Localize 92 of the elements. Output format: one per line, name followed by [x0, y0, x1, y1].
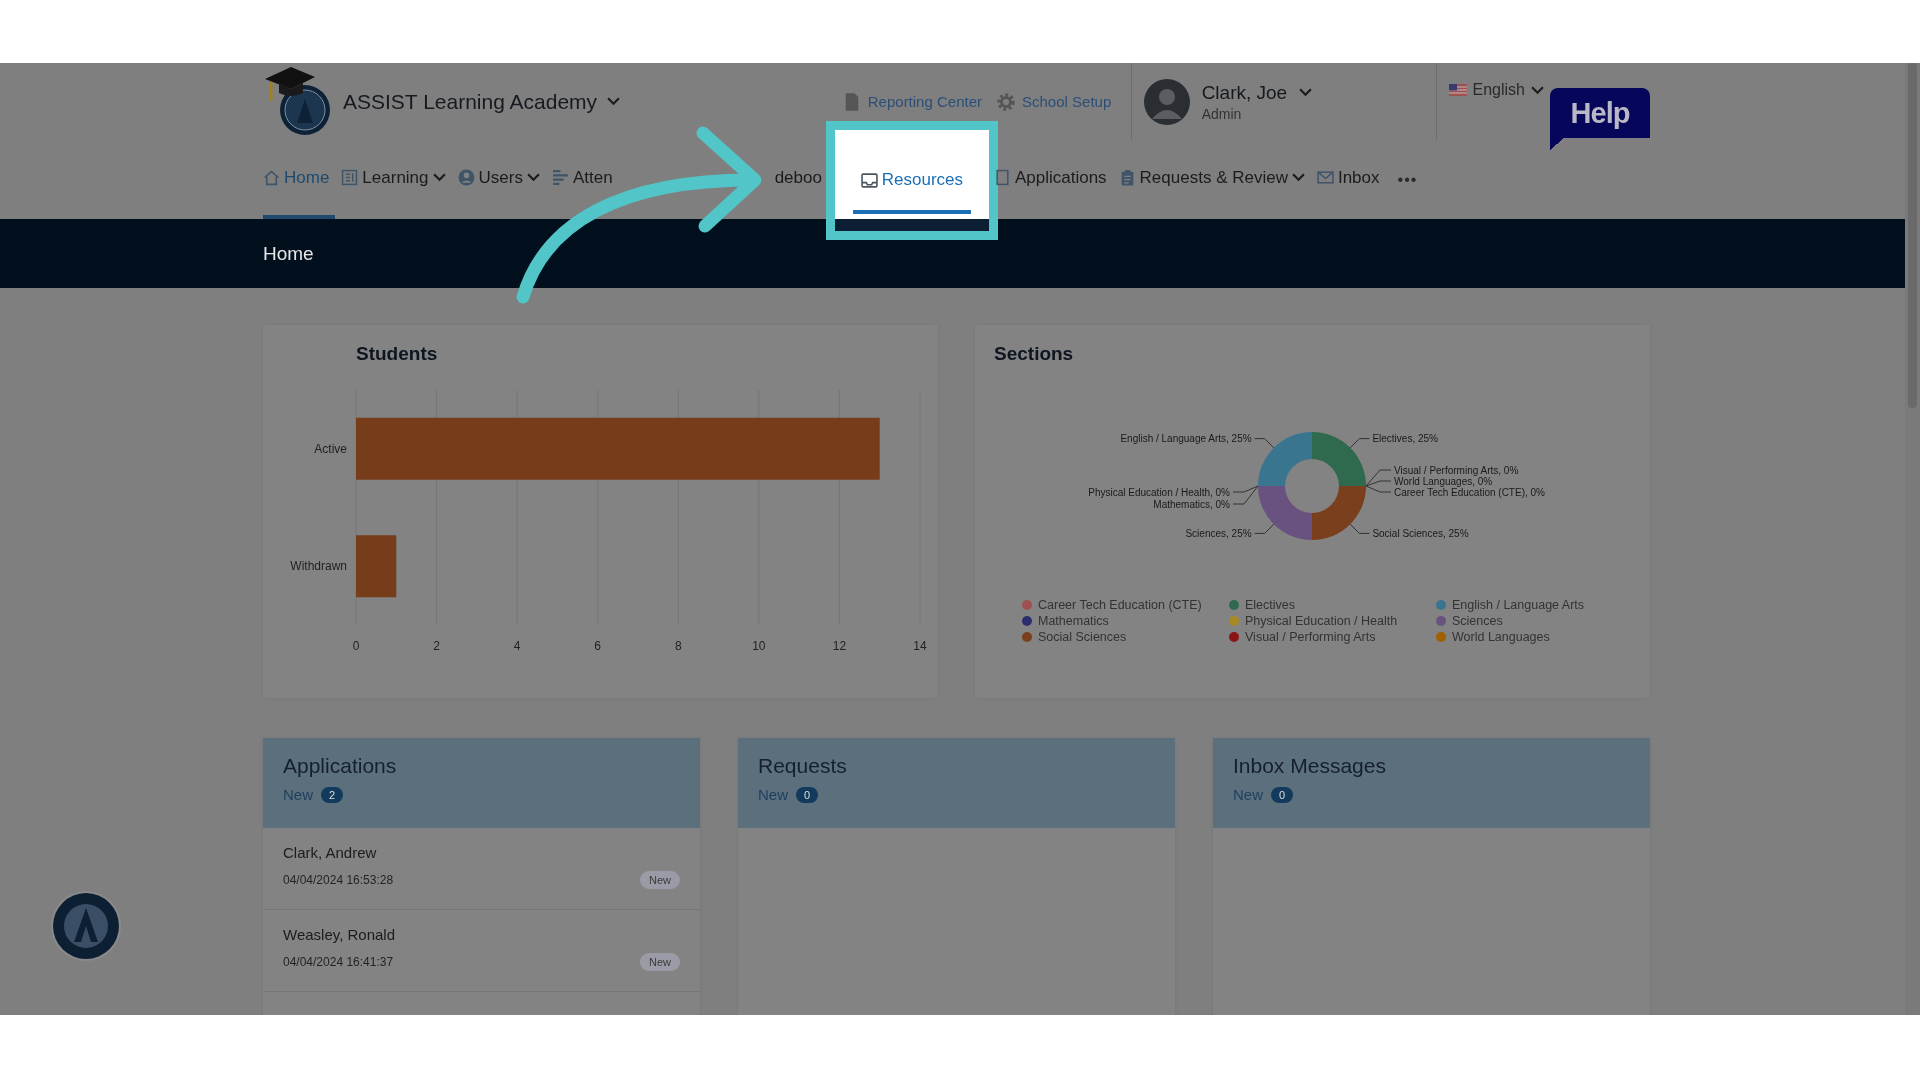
donut-slice — [1258, 486, 1312, 540]
legend-label: Career Tech Education (CTE) — [1038, 598, 1202, 612]
user-name[interactable]: Clark, Joe — [1201, 81, 1288, 104]
legend-label: Electives — [1245, 598, 1296, 612]
nav-tab[interactable]: deboo — [768, 140, 828, 219]
legend-label: Mathematics — [1038, 614, 1109, 628]
nav-tab[interactable]: Requests & Review — [1112, 140, 1311, 219]
new-label: New — [1233, 786, 1263, 803]
caret-icon[interactable] — [607, 97, 621, 106]
tick-label: 10 — [752, 639, 766, 653]
item-date: 04/04/2024 16:41:37 — [283, 955, 394, 969]
leader-line — [1254, 438, 1275, 449]
settings-icon — [996, 90, 1016, 113]
nav-tab[interactable]: Atten — [545, 140, 619, 219]
caret-icon — [1291, 173, 1305, 182]
data-label: World Languages, 0% — [1394, 475, 1493, 487]
tick-label: 6 — [594, 639, 602, 653]
tick-label: 2 — [433, 639, 440, 653]
status-tag: New — [640, 953, 680, 971]
user-role: Admin — [1201, 105, 1243, 122]
chart-title: Students — [355, 342, 439, 366]
chart-title: Sections — [993, 342, 1075, 366]
tick-label: 12 — [832, 639, 847, 653]
count-badge: 2 — [321, 786, 344, 803]
status-tag: New — [640, 871, 680, 889]
new-label: New — [283, 786, 313, 803]
user-icon — [457, 169, 475, 186]
count-badge: 0 — [1271, 786, 1294, 803]
mail-icon — [1316, 169, 1334, 186]
tick-label: 14 — [913, 639, 927, 653]
tick-label: 4 — [513, 639, 521, 653]
legend-label: Social Sciences — [1038, 630, 1127, 644]
legend-label: Visual / Performing Arts — [1245, 630, 1376, 644]
nav-tab[interactable]: Learning — [335, 140, 452, 219]
bar — [356, 535, 397, 598]
item-date: 04/04/2024 16:53:28 — [283, 873, 394, 887]
language-selector[interactable]: English — [1448, 81, 1544, 99]
item-name: Weasley, Ronald — [283, 926, 396, 943]
logo-badge-icon[interactable] — [50, 890, 122, 962]
axis-label: Active — [314, 441, 347, 456]
card-title: Inbox Messages — [1233, 754, 1387, 778]
more-button[interactable]: ••• — [1385, 140, 1430, 219]
donut-slice — [1258, 432, 1312, 486]
nav-tab[interactable]: Applications — [987, 140, 1113, 219]
data-label: Physical Education / Health, 0% — [1088, 486, 1230, 498]
data-label: Sciences, 25% — [1185, 527, 1252, 539]
legend-label: Physical Education / Health — [1245, 614, 1398, 628]
school-name: ASSIST Learning Academy — [343, 89, 598, 114]
nav-tab[interactable]: Users — [451, 140, 546, 219]
card-title: Requests — [758, 754, 848, 778]
bars-icon — [551, 169, 569, 186]
data-label: Electives, 25% — [1372, 433, 1438, 445]
data-label: Social Sciences, 25% — [1372, 527, 1469, 539]
caret-icon — [1299, 88, 1313, 97]
legend-label: English / Language Arts — [1452, 598, 1585, 612]
legend-label: Sciences — [1452, 614, 1503, 628]
caret-icon — [526, 173, 540, 182]
nav-tab[interactable]: Inbox — [1310, 140, 1386, 219]
tick-label: 8 — [674, 639, 682, 653]
header-link[interactable]: School Setup — [996, 90, 1112, 113]
donut-slice — [1312, 432, 1366, 486]
leader-line — [1349, 523, 1370, 534]
help-button[interactable]: Help — [1550, 88, 1650, 150]
avatar-icon[interactable] — [1143, 78, 1190, 125]
data-label: Visual / Performing Arts, 0% — [1394, 464, 1519, 476]
leader-line — [1349, 438, 1370, 449]
data-label: Career Tech Education (CTE), 0% — [1394, 486, 1545, 498]
caret-icon — [432, 173, 446, 182]
leader-line — [1254, 523, 1275, 534]
list-icon — [341, 169, 359, 186]
page-title: Home — [263, 242, 314, 264]
caret-icon — [1531, 85, 1544, 95]
data-label: Mathematics, 0% — [1153, 498, 1230, 510]
tray-icon — [860, 171, 878, 189]
document-icon — [993, 169, 1011, 186]
list-item[interactable]: Weasley, Ronald 04/04/2024 16:41:37 New — [263, 910, 700, 992]
nav-tab[interactable]: Resources — [852, 150, 972, 214]
scrollbar-thumb[interactable] — [1908, 63, 1917, 408]
flag-icon — [1448, 84, 1467, 96]
scrollbar[interactable] — [1905, 63, 1920, 1015]
home-icon — [263, 169, 280, 186]
header-link[interactable]: Reporting Center — [841, 90, 982, 113]
item-name: Clark, Andrew — [283, 844, 378, 861]
tick-label: 0 — [352, 639, 360, 653]
data-label: English / Language Arts, 25% — [1120, 433, 1252, 445]
legend-label: World Languages — [1452, 630, 1550, 644]
list-item[interactable]: Clark, Andrew 04/04/2024 16:53:28 New — [263, 828, 700, 910]
donut-slice — [1312, 486, 1366, 540]
count-badge: 0 — [796, 786, 819, 803]
axis-label: Withdrawn — [290, 559, 347, 574]
card-title: Applications — [283, 754, 398, 778]
new-label: New — [758, 786, 788, 803]
